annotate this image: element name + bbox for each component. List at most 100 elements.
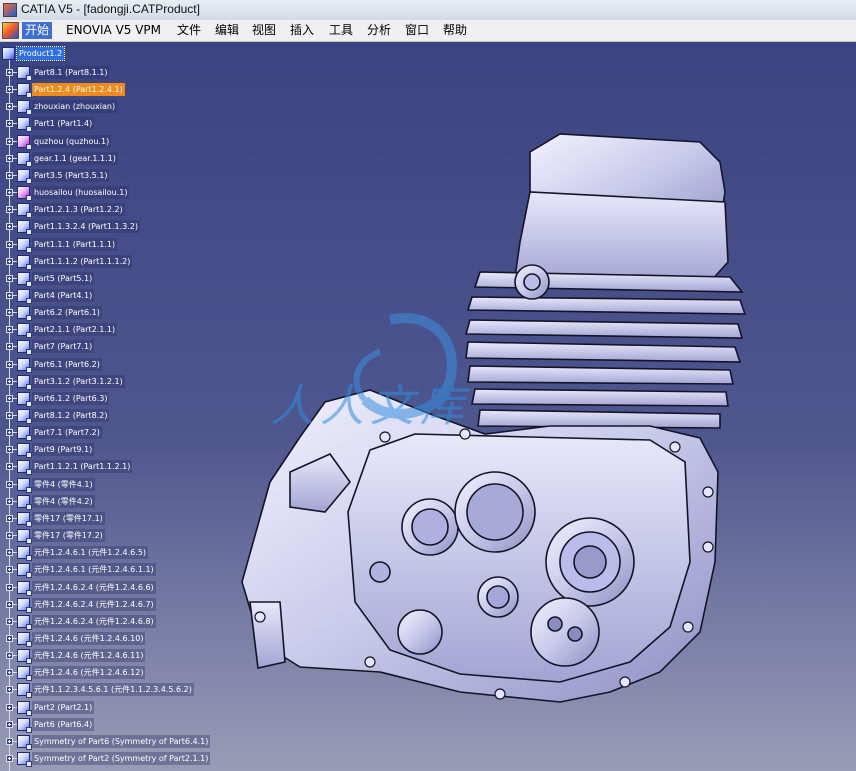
menu-tools[interactable]: 工具 — [326, 22, 356, 39]
expand-plus-icon[interactable] — [6, 103, 13, 111]
tree-node-label[interactable]: Part3.1.2 (Part3.1.2.1) — [32, 374, 125, 388]
expand-plus-icon[interactable] — [6, 549, 13, 557]
expand-plus-icon[interactable] — [6, 189, 13, 197]
tree-node-label[interactable]: 零件17 (零件17.1) — [32, 511, 105, 525]
tree-node-label[interactable]: Part4 (Part4.1) — [32, 288, 95, 302]
catia-logo-icon[interactable] — [2, 22, 19, 39]
expand-plus-icon[interactable] — [6, 652, 13, 660]
tree-node-label[interactable]: Part8.1 (Part8.1.1) — [32, 66, 110, 79]
tree-node-label[interactable]: 零件4 (零件4.2) — [32, 494, 95, 508]
expand-plus-icon[interactable] — [6, 274, 13, 282]
tree-node-label[interactable]: Part1.1.1 (Part1.1.1) — [32, 237, 118, 251]
expand-plus-icon[interactable] — [6, 343, 13, 351]
menu-enovia[interactable]: ENOVIA V5 VPM — [63, 22, 164, 39]
tree-node-label[interactable]: Part1 (Part1.4) — [32, 117, 95, 131]
expand-plus-icon[interactable] — [6, 755, 13, 762]
tree-node-label[interactable]: quzhou (quzhou.1) — [32, 134, 112, 148]
tree-node-label[interactable]: Part1.1.2.1 (Part1.1.2.1) — [32, 460, 133, 474]
part-icon — [17, 117, 32, 133]
tree-node-label[interactable]: 元件1.2.4.6 (元件1.2.4.6.10) — [32, 631, 146, 645]
expand-plus-icon[interactable] — [6, 617, 13, 625]
tree-node-label[interactable]: Part8.1.2 (Part8.2) — [32, 409, 110, 422]
menu-help[interactable]: 帮助 — [440, 22, 470, 39]
expand-plus-icon[interactable] — [6, 86, 13, 94]
expand-plus-icon[interactable] — [6, 412, 13, 419]
expand-plus-icon[interactable] — [6, 720, 13, 728]
tree-node-label[interactable]: Part6.2 (Part6.1) — [32, 306, 102, 320]
expand-plus-icon[interactable] — [6, 480, 13, 488]
part-icon — [17, 563, 32, 579]
tree-node-label[interactable]: Part1.2.1.3 (Part1.2.2) — [32, 203, 125, 217]
tree-node-label[interactable]: Part5 (Part5.1) — [32, 271, 95, 285]
tree-node-label[interactable]: huosailou (huosailou.1) — [32, 186, 130, 200]
menu-view[interactable]: 视图 — [249, 22, 279, 39]
expand-plus-icon[interactable] — [6, 360, 13, 368]
menu-edit[interactable]: 编辑 — [212, 22, 242, 39]
expand-plus-icon[interactable] — [6, 137, 13, 145]
expand-plus-icon[interactable] — [6, 583, 13, 591]
tree-node-label[interactable]: 元件1.2.4.6 (元件1.2.4.6.11) — [32, 649, 146, 663]
tree-node-label[interactable]: Part2.1.1 (Part2.1.1) — [32, 323, 118, 337]
tree-node-label[interactable]: Part1.1.3.2.4 (Part1.1.3.2) — [32, 220, 140, 234]
expand-plus-icon[interactable] — [6, 309, 13, 317]
menu-insert[interactable]: 插入 — [287, 22, 317, 39]
part-icon — [17, 323, 32, 339]
tree-node-label[interactable]: Part9 (Part9.1) — [32, 443, 95, 457]
tree-node-label[interactable]: 元件1.2.4.6.2.4 (元件1.2.4.6.8) — [32, 614, 156, 628]
expand-plus-icon[interactable] — [6, 154, 13, 162]
expand-plus-icon[interactable] — [6, 737, 13, 745]
tree-node-label[interactable]: zhouxian (zhouxian) — [32, 100, 118, 114]
tree-node-label[interactable]: 元件1.2.4.6.1 (元件1.2.4.6.1.1) — [32, 563, 156, 577]
menu-analysis[interactable]: 分析 — [364, 22, 394, 39]
tree-node-label[interactable]: 零件17 (零件17.2) — [32, 529, 105, 543]
specification-tree[interactable]: Product1.2 Part8.1 (Part8.1.1) Part1.2.4 … — [0, 42, 230, 771]
expand-plus-icon[interactable] — [6, 686, 13, 694]
tree-root-label[interactable]: Product1.2 — [15, 46, 66, 61]
tree-node-label[interactable]: gear.1.1 (gear.1.1.1) — [32, 151, 118, 165]
tree-node-label[interactable]: Part6.1.2 (Part6.3) — [32, 391, 110, 405]
tree-node-label[interactable]: Part7.1 (Part7.2) — [32, 426, 102, 440]
expand-plus-icon[interactable] — [6, 703, 13, 711]
expand-plus-icon[interactable] — [6, 240, 13, 248]
tree-node-label[interactable]: 元件1.2.4.6.1 (元件1.2.4.6.5) — [32, 546, 149, 560]
tree-node-label[interactable]: Symmetry of Part2 (Symmetry of Part2.1.1… — [32, 752, 211, 765]
expand-plus-icon[interactable] — [6, 429, 13, 437]
expand-plus-icon[interactable] — [6, 514, 13, 522]
tree-node-label[interactable]: Part2 (Part2.1) — [32, 700, 95, 714]
menu-start[interactable]: 开始 — [22, 22, 53, 39]
tree-node-label[interactable]: 零件4 (零件4.1) — [32, 477, 95, 491]
tree-node-label[interactable]: 元件1.2.4.6 (元件1.2.4.6.12) — [32, 666, 146, 680]
tree-node-label[interactable]: Part6 (Part6.4) — [32, 717, 95, 731]
expand-plus-icon[interactable] — [6, 171, 13, 179]
tree-node-label[interactable]: Part1.1.1.2 (Part1.1.1.2) — [32, 254, 133, 268]
tree-node-label[interactable]: Part3.5 (Part3.5.1) — [32, 168, 110, 182]
tree-node-label[interactable]: 元件1.2.4.6.2.4 (元件1.2.4.6.6) — [32, 580, 156, 594]
expand-plus-icon[interactable] — [6, 669, 13, 677]
tree-node-label[interactable]: Part7 (Part7.1) — [32, 340, 95, 354]
tree-node-label[interactable]: Part1.2.4 (Part1.2.4.1) — [32, 83, 125, 97]
expand-plus-icon[interactable] — [6, 326, 13, 334]
expand-plus-icon[interactable] — [6, 206, 13, 214]
tree-node-label[interactable]: Part6.1 (Part6.2) — [32, 357, 102, 371]
expand-plus-icon[interactable] — [6, 69, 13, 76]
tree-node-label[interactable]: 元件1.2.4.6.2.4 (元件1.2.4.6.7) — [32, 597, 156, 611]
expand-plus-icon[interactable] — [6, 377, 13, 385]
expand-plus-icon[interactable] — [6, 463, 13, 471]
expand-plus-icon[interactable] — [6, 634, 13, 642]
tree-node-label[interactable]: Symmetry of Part6 (Symmetry of Part6.4.1… — [32, 734, 211, 748]
expand-plus-icon[interactable] — [6, 446, 13, 454]
expand-plus-icon[interactable] — [6, 532, 13, 540]
catia-app-icon — [3, 3, 17, 17]
expand-plus-icon[interactable] — [6, 394, 13, 402]
expand-plus-icon[interactable] — [6, 223, 13, 231]
expand-plus-icon[interactable] — [6, 291, 13, 299]
expand-plus-icon[interactable] — [6, 566, 13, 574]
expand-plus-icon[interactable] — [6, 497, 13, 505]
tree-node-label[interactable]: 元件1.1.2.3.4.5.6.1 (元件1.1.2.3.4.5.6.2) — [32, 683, 194, 697]
menu-file[interactable]: 文件 — [174, 22, 204, 39]
expand-plus-icon[interactable] — [6, 257, 13, 265]
expand-plus-icon[interactable] — [6, 600, 13, 608]
expand-plus-icon[interactable] — [6, 120, 13, 128]
part-icon — [17, 752, 32, 767]
menu-window[interactable]: 窗口 — [402, 22, 432, 39]
